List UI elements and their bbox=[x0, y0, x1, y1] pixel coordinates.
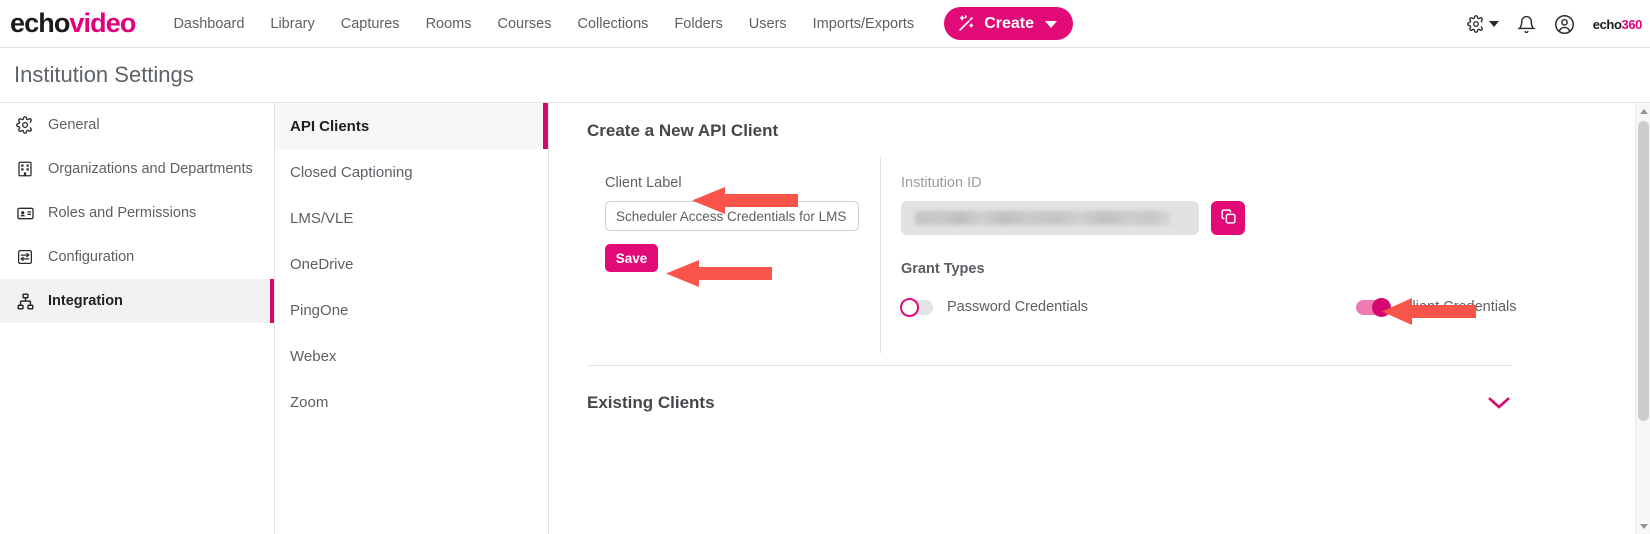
sidebar-item-label: Organizations and Departments bbox=[48, 161, 253, 177]
triangle-down-icon bbox=[1639, 523, 1648, 529]
grant-types-toggle-row: Password Credentials Client Credentials bbox=[900, 297, 1601, 317]
nav-item-collections[interactable]: Collections bbox=[578, 16, 649, 32]
create-button-label: Create bbox=[984, 14, 1034, 32]
submenu-item-closed-captioning[interactable]: Closed Captioning bbox=[275, 149, 548, 195]
sidebar-item-configuration[interactable]: Configuration bbox=[0, 235, 274, 279]
integration-submenu: API Clients Closed Captioning LMS/VLE On… bbox=[275, 103, 549, 534]
main-content-panel: Create a New API Client Client Label Sav… bbox=[549, 103, 1642, 534]
client-label-label: Client Label bbox=[605, 175, 682, 191]
settings-sidebar: General Organizations and Departments Ro… bbox=[0, 103, 275, 534]
nav-item-library[interactable]: Library bbox=[270, 16, 314, 32]
existing-clients-section[interactable]: Existing Clients bbox=[587, 393, 1512, 413]
building-icon bbox=[16, 160, 35, 178]
institution-id-row bbox=[901, 201, 1601, 235]
nav-item-captures[interactable]: Captures bbox=[341, 16, 400, 32]
scrollbar-up-button[interactable] bbox=[1636, 103, 1650, 119]
submenu-item-pingone[interactable]: PingOne bbox=[275, 287, 548, 333]
logo-text-echo: echo bbox=[10, 8, 70, 38]
nav-item-users[interactable]: Users bbox=[749, 16, 787, 32]
column-divider bbox=[880, 157, 881, 353]
grant-types-label: Grant Types bbox=[901, 261, 985, 277]
submenu-item-lms-vle[interactable]: LMS/VLE bbox=[275, 195, 548, 241]
sidebar-item-label: Roles and Permissions bbox=[48, 205, 197, 221]
submenu-item-webex[interactable]: Webex bbox=[275, 333, 548, 379]
nav-item-imports-exports[interactable]: Imports/Exports bbox=[813, 16, 915, 32]
submenu-item-api-clients[interactable]: API Clients bbox=[275, 103, 548, 149]
primary-nav-links: Dashboard Library Captures Rooms Courses… bbox=[173, 16, 914, 32]
brandmark-text-echo: echo bbox=[1592, 16, 1622, 32]
grant-toggle-client-credentials: Client Credentials bbox=[1356, 297, 1517, 317]
id-card-icon bbox=[16, 204, 35, 223]
user-avatar-icon[interactable] bbox=[1554, 14, 1575, 35]
nav-item-rooms[interactable]: Rooms bbox=[426, 16, 472, 32]
gear-icon bbox=[1466, 15, 1485, 33]
sidebar-item-label: Integration bbox=[48, 293, 123, 309]
sidebar-item-integration[interactable]: Integration bbox=[0, 279, 274, 323]
scrollbar-thumb[interactable] bbox=[1638, 121, 1649, 421]
chevron-down-icon bbox=[1045, 21, 1057, 28]
client-label-column: Client Label Save bbox=[605, 175, 879, 272]
nav-item-dashboard[interactable]: Dashboard bbox=[173, 16, 244, 32]
sliders-icon bbox=[16, 248, 35, 266]
institution-and-grants-column: Institution ID Grant Types Password Cred… bbox=[900, 175, 1601, 317]
grant-toggle-password-credentials: Password Credentials bbox=[900, 297, 1089, 317]
top-navigation-bar: echovideo Dashboard Library Captures Roo… bbox=[0, 0, 1650, 48]
client-credentials-label: Client Credentials bbox=[1402, 299, 1517, 315]
brandmark-text-360: 360 bbox=[1621, 16, 1643, 32]
client-credentials-switch[interactable] bbox=[1356, 297, 1392, 317]
submenu-item-onedrive[interactable]: OneDrive bbox=[275, 241, 548, 287]
nav-right-icons: echo360 bbox=[1466, 0, 1643, 48]
existing-clients-title: Existing Clients bbox=[587, 393, 715, 412]
sitemap-icon bbox=[16, 292, 35, 311]
save-button[interactable]: Save bbox=[605, 244, 658, 272]
triangle-up-icon bbox=[1639, 108, 1648, 114]
echo360-brandmark: echo360 bbox=[1592, 16, 1643, 32]
echovideo-logo[interactable]: echovideo bbox=[10, 8, 136, 38]
institution-id-value-redacted bbox=[901, 201, 1199, 235]
copy-institution-id-button[interactable] bbox=[1211, 201, 1245, 235]
switch-knob bbox=[900, 297, 919, 317]
sidebar-item-organizations-and-departments[interactable]: Organizations and Departments bbox=[0, 147, 274, 191]
logo-text-video: video bbox=[69, 8, 136, 38]
chevron-down-icon[interactable] bbox=[1486, 395, 1512, 411]
sidebar-item-label: General bbox=[48, 117, 100, 133]
copy-icon bbox=[1220, 208, 1237, 228]
vertical-scrollbar[interactable] bbox=[1635, 103, 1650, 534]
sidebar-item-general[interactable]: General bbox=[0, 103, 274, 147]
sidebar-item-roles-and-permissions[interactable]: Roles and Permissions bbox=[0, 191, 274, 235]
nav-item-courses[interactable]: Courses bbox=[498, 16, 552, 32]
section-divider bbox=[587, 365, 1512, 366]
scrollbar-down-button[interactable] bbox=[1636, 518, 1650, 534]
sidebar-item-label: Configuration bbox=[48, 249, 135, 265]
magic-wand-icon bbox=[957, 14, 976, 33]
client-label-input[interactable] bbox=[605, 201, 859, 231]
password-credentials-label: Password Credentials bbox=[947, 299, 1089, 315]
chevron-down-icon bbox=[1488, 21, 1499, 27]
password-credentials-switch[interactable] bbox=[900, 297, 933, 317]
nav-item-folders[interactable]: Folders bbox=[674, 16, 722, 32]
submenu-item-zoom[interactable]: Zoom bbox=[275, 379, 548, 425]
bell-icon[interactable] bbox=[1516, 15, 1536, 34]
gear-icon bbox=[16, 116, 35, 134]
section-heading-create-api-client: Create a New API Client bbox=[587, 121, 779, 140]
institution-id-label: Institution ID bbox=[901, 175, 982, 191]
create-button[interactable]: Create bbox=[944, 7, 1073, 40]
switch-knob bbox=[1372, 297, 1392, 317]
settings-menu-button[interactable] bbox=[1466, 15, 1499, 33]
page-title: Institution Settings bbox=[0, 48, 1650, 103]
